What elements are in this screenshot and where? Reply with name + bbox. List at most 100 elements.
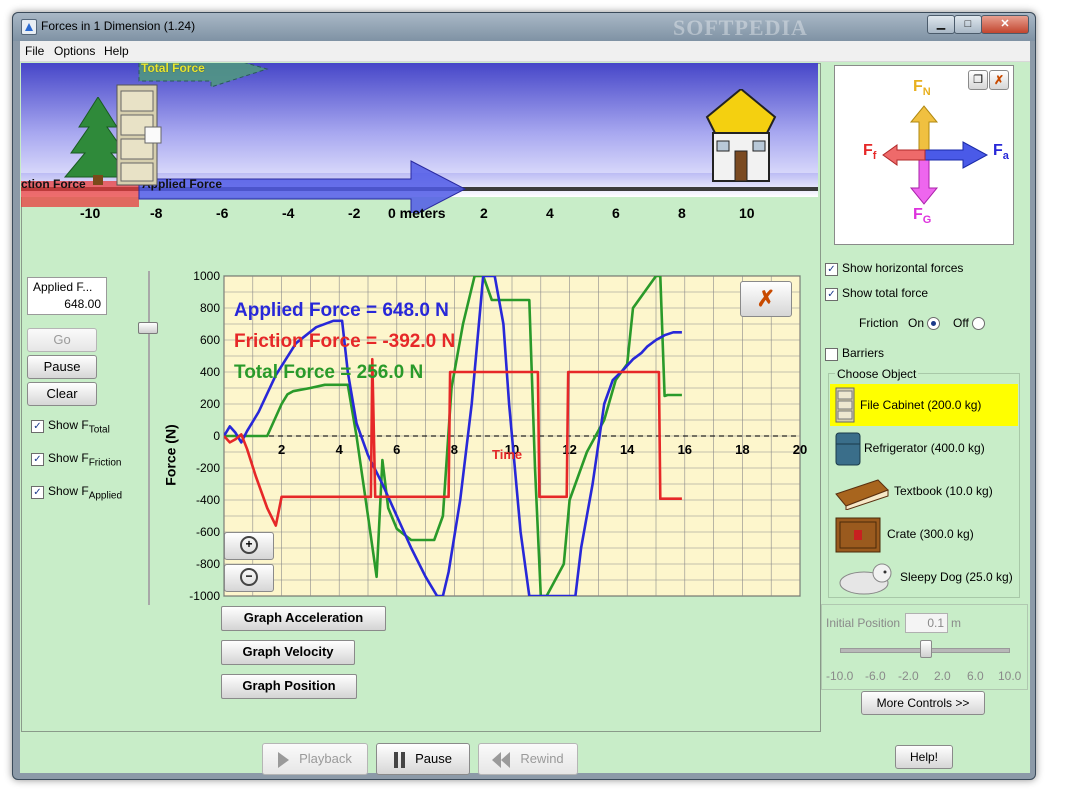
ruler-label: -8 <box>150 205 163 221</box>
pause-button[interactable]: Pause <box>27 355 97 379</box>
choose-object-panel: Choose Object File Cabinet (200.0 kg) Re… <box>828 367 1020 598</box>
total-force-readout: Total Force = 256.0 N <box>234 362 424 383</box>
menu-file[interactable]: File <box>25 44 44 58</box>
ruler-label: -2 <box>348 205 361 221</box>
y-tick-label: 800 <box>200 301 220 315</box>
graph-y-label: Force (N) <box>162 424 179 486</box>
graph-position-button[interactable]: Graph Position <box>221 674 357 699</box>
graph-acceleration-button[interactable]: Graph Acceleration <box>221 606 386 631</box>
rewind-button[interactable]: Rewind <box>478 743 578 775</box>
position-ruler: -10 -8 -6 -4 -2 0 meters 2 4 6 8 10 <box>20 205 818 223</box>
object-crate[interactable]: Crate (300.0 kg) <box>830 513 1018 555</box>
go-button[interactable]: Go <box>27 328 97 352</box>
zoom-out-icon: − <box>240 568 258 586</box>
show-total-force-label: Show total force <box>842 286 929 300</box>
show-total-label: Show FTotal <box>48 418 110 436</box>
friction-label: Friction <box>859 316 899 330</box>
watermark-text: SOFTPEDIA <box>673 15 808 40</box>
object-label: Textbook (10.0 kg) <box>894 484 993 498</box>
graph-velocity-button[interactable]: Graph Velocity <box>221 640 355 665</box>
x-tick-label: 16 <box>678 442 692 457</box>
window-title: Forces in 1 Dimension (1.24) <box>41 19 196 33</box>
show-total-checkbox[interactable]: ✓ <box>31 420 44 433</box>
house-icon <box>705 89 777 182</box>
friction-on-label: On <box>908 316 925 330</box>
initial-position-slider-thumb[interactable] <box>919 640 932 658</box>
client-area: File Options Help Total Force ction Forc… <box>20 41 1030 775</box>
rewind-icon-2 <box>501 751 511 768</box>
rewind-label: Rewind <box>520 751 564 766</box>
applied-force-field-value[interactable]: 648.00 <box>64 297 101 311</box>
y-tick-label: -200 <box>196 461 220 475</box>
playback-pause-button[interactable]: Pause <box>376 743 470 775</box>
barriers-checkbox[interactable] <box>825 348 838 361</box>
barriers-label: Barriers <box>842 346 885 360</box>
clear-button[interactable]: Clear <box>27 382 97 406</box>
slider-tick-label: 10.0 <box>998 669 1022 683</box>
zoom-out-button[interactable]: − <box>224 564 274 592</box>
show-friction-checkbox[interactable]: ✓ <box>31 453 44 466</box>
initial-position-input[interactable]: 0.1 <box>905 613 948 633</box>
menu-options[interactable]: Options <box>54 44 95 58</box>
menu-help[interactable]: Help <box>104 44 129 58</box>
initial-position-panel: Initial Position 0.1 m -10.0 -6.0 -2.0 2… <box>821 604 1028 690</box>
applied-force-readout: Applied Force = 648.0 N <box>234 300 449 321</box>
show-friction-label: Show FFriction <box>48 451 122 469</box>
choose-object-title: Choose Object <box>835 367 919 381</box>
object-file-cabinet[interactable]: File Cabinet (200.0 kg) <box>830 384 1018 426</box>
object-label: File Cabinet (200.0 kg) <box>860 398 982 412</box>
applied-force-field[interactable]: Applied F... 648.00 <box>27 277 107 315</box>
ruler-label: 4 <box>546 205 554 221</box>
pause-icon-bar <box>401 751 406 768</box>
object-label: Refrigerator (400.0 kg) <box>864 441 985 455</box>
friction-on-radio[interactable] <box>927 317 940 330</box>
textbook-icon <box>835 479 889 510</box>
close-x-icon: ✗ <box>756 286 776 311</box>
object-sleepy-dog[interactable]: Sleepy Dog (25.0 kg) <box>830 556 1018 598</box>
object-textbook[interactable]: Textbook (10.0 kg) <box>830 470 1018 512</box>
dog-icon <box>839 563 892 595</box>
friction-force-readout: Friction Force = -392.0 N <box>234 331 456 352</box>
y-tick-label: 400 <box>200 365 220 379</box>
y-tick-label: 1000 <box>193 271 220 283</box>
ruler-label: -4 <box>282 205 295 221</box>
object-refrigerator[interactable]: Refrigerator (400.0 kg) <box>830 427 1018 469</box>
friction-off-radio[interactable] <box>972 317 985 330</box>
title-bar[interactable]: Forces in 1 Dimension (1.24) SOFTPEDIA ▁… <box>13 13 1035 41</box>
help-button[interactable]: Help! <box>895 745 953 769</box>
y-tick-label: -1000 <box>189 589 220 603</box>
ruler-label: 10 <box>739 205 755 221</box>
ruler-label: 6 <box>612 205 620 221</box>
close-button[interactable]: ✕ <box>981 15 1029 34</box>
more-controls-button[interactable]: More Controls >> <box>861 691 985 715</box>
show-applied-checkbox[interactable]: ✓ <box>31 486 44 499</box>
menu-bar: File Options Help <box>20 41 1030 62</box>
app-icon <box>21 19 37 35</box>
maximize-button[interactable]: □ <box>954 15 982 34</box>
zoom-in-button[interactable]: + <box>224 532 274 560</box>
fbd-close-button[interactable]: ✗ <box>989 70 1009 90</box>
fbd-restore-button[interactable]: ❐ <box>968 70 988 90</box>
ruler-label: -6 <box>216 205 229 221</box>
minimize-button[interactable]: ▁ <box>927 15 955 34</box>
slider-tick-label: -2.0 <box>898 669 919 683</box>
fbd-normal-label: FN <box>913 78 931 99</box>
friction-off-label: Off <box>953 316 969 330</box>
restore-icon: ❐ <box>973 74 983 86</box>
close-x-icon: ✗ <box>993 73 1005 87</box>
y-tick-label: 600 <box>200 333 220 347</box>
fbd-gravity-label: FG <box>913 206 932 227</box>
object-label: Crate (300.0 kg) <box>887 527 974 541</box>
close-graph-button[interactable]: ✗ <box>740 281 792 317</box>
file-cabinet-icon <box>835 387 855 423</box>
y-tick-label: 200 <box>200 397 220 411</box>
show-total-force-checkbox[interactable]: ✓ <box>825 288 838 301</box>
slider-tick-label: 6.0 <box>967 669 984 683</box>
file-cabinet-icon[interactable] <box>115 83 163 189</box>
x-tick-label: 8 <box>451 442 458 457</box>
show-horizontal-checkbox[interactable]: ✓ <box>825 263 838 276</box>
initial-position-unit: m <box>951 616 961 630</box>
x-tick-label: 6 <box>393 442 400 457</box>
playback-button[interactable]: Playback <box>262 743 368 775</box>
show-horizontal-label: Show horizontal forces <box>842 261 964 275</box>
